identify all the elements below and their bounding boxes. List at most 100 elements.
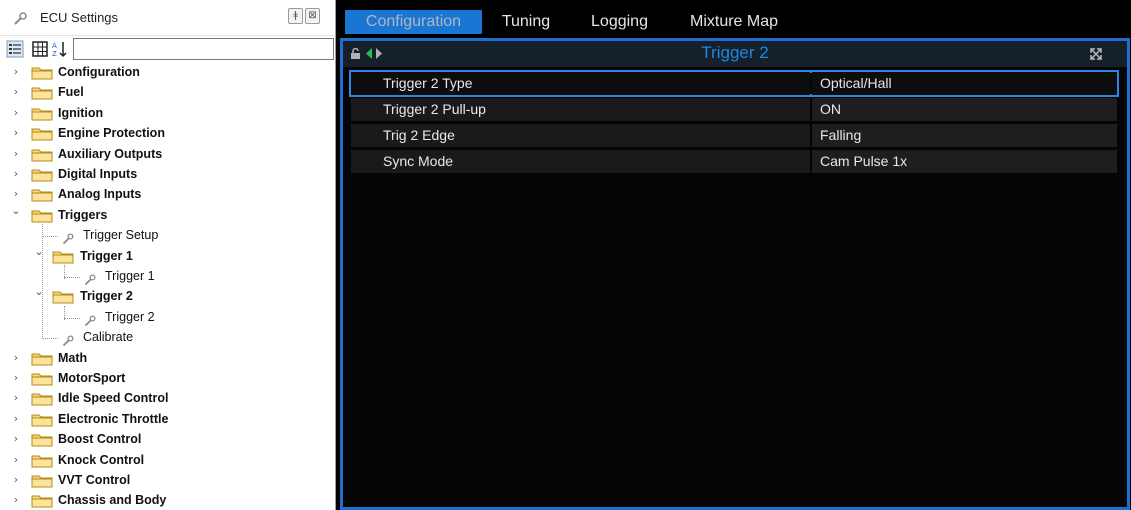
chevron-right-icon[interactable]: › <box>11 85 21 99</box>
tree-connector <box>64 305 65 320</box>
tree-item-label: Trigger 1 <box>105 269 155 283</box>
property-row[interactable]: Trigger 2 Type Optical/Hall <box>349 70 1119 97</box>
tree-item-label: Engine Protection <box>58 126 165 141</box>
tree-item-label: Analog Inputs <box>58 187 142 202</box>
chevron-right-icon[interactable]: › <box>11 147 21 161</box>
tree-item-trigger-2-folder[interactable]: ⌄ Trigger 2 <box>0 285 335 307</box>
wrench-icon <box>14 12 27 25</box>
tab-mixture-map[interactable]: Mixture Map <box>677 10 791 34</box>
tree-connector <box>64 317 80 319</box>
tree-item-label: Auxiliary Outputs <box>58 146 163 161</box>
tree-item-label: Digital Inputs <box>58 167 138 181</box>
svg-text:Z: Z <box>52 50 57 58</box>
tree-item-label: Boost Control <box>58 432 142 447</box>
chevron-right-icon[interactable]: › <box>11 493 21 507</box>
property-name: Trig 2 Edge <box>351 124 810 147</box>
tab-logging[interactable]: Logging <box>577 10 662 34</box>
chevron-right-icon[interactable]: › <box>11 187 21 201</box>
panel-heading: Trigger 2 <box>701 43 769 62</box>
chevron-right-icon[interactable]: › <box>11 453 21 467</box>
tree-item-label: Trigger 1 <box>80 248 133 263</box>
property-name: Trigger 2 Type <box>351 72 810 95</box>
folder-icon <box>31 127 53 141</box>
pin-button[interactable]: ǂ <box>288 8 303 24</box>
main-tabs: Configuration Tuning Logging Mixture Map <box>338 0 1131 38</box>
tab-tuning[interactable]: Tuning <box>491 10 561 34</box>
chevron-right-icon[interactable]: › <box>11 371 21 385</box>
tree-item-vvt-control[interactable]: › VVT Control <box>0 471 335 491</box>
ecu-settings-panel: ECU Settings ǂ ⊠ A Z › Configuration › Fuel… <box>0 0 336 510</box>
tree-item-label: Triggers <box>58 207 108 222</box>
chevron-right-icon[interactable]: › <box>11 126 21 140</box>
folder-icon <box>52 250 74 264</box>
chevron-right-icon[interactable]: › <box>11 432 21 446</box>
folder-icon <box>31 66 53 80</box>
tree-item-analog-inputs[interactable]: › Analog Inputs <box>0 185 335 205</box>
tree-item-engine-protection[interactable]: › Engine Protection <box>0 124 335 144</box>
folder-icon <box>31 474 53 488</box>
tree-item-label: Trigger 2 <box>105 309 155 324</box>
property-row[interactable]: Sync Mode Cam Pulse 1x <box>351 150 1117 173</box>
tree-item-label: MotorSport <box>58 371 126 385</box>
property-value[interactable]: Optical/Hall <box>812 72 1117 95</box>
tree-item-idle-speed-control[interactable]: › Idle Speed Control <box>0 389 335 409</box>
folder-icon <box>31 168 53 182</box>
property-name: Sync Mode <box>351 150 810 173</box>
folder-icon <box>31 454 53 468</box>
property-value[interactable]: Cam Pulse 1x <box>812 150 1117 173</box>
tree-connector <box>64 277 80 278</box>
tree-item-chassis-and-body[interactable]: › Chassis and Body <box>0 491 335 510</box>
tree-item-ignition[interactable]: › Ignition <box>0 104 335 124</box>
tree-item-triggers[interactable]: ⌄ Triggers <box>0 204 335 226</box>
tree-item-math[interactable]: › Math <box>0 349 335 369</box>
chevron-right-icon[interactable]: › <box>11 412 21 426</box>
wrench-icon <box>62 332 74 347</box>
chevron-right-icon[interactable]: › <box>11 167 21 181</box>
tree-item-trigger-1[interactable]: Trigger 1 <box>0 267 335 287</box>
close-button[interactable]: ⊠ <box>305 8 320 24</box>
chevron-right-icon[interactable]: › <box>11 351 21 365</box>
wrench-icon <box>84 312 96 326</box>
tree-connector <box>42 338 58 340</box>
tree-item-auxiliary-outputs[interactable]: › Auxiliary Outputs <box>0 145 335 165</box>
tree-item-fuel[interactable]: › Fuel <box>0 83 335 103</box>
sort-alphabetical-icon[interactable]: A Z <box>51 40 69 58</box>
tab-configuration[interactable]: Configuration <box>345 10 482 34</box>
tree-item-trigger-1-folder[interactable]: ⌄ Trigger 1 <box>0 245 335 267</box>
expand-icon[interactable] <box>1089 47 1103 61</box>
tree-item-boost-control[interactable]: › Boost Control <box>0 430 335 450</box>
property-value[interactable]: ON <box>812 98 1117 121</box>
property-row[interactable]: Trigger 2 Pull-up ON <box>351 98 1117 121</box>
tree-item-digital-inputs[interactable]: › Digital Inputs <box>0 165 335 185</box>
property-row[interactable]: Trig 2 Edge Falling <box>351 124 1117 147</box>
folder-icon <box>31 107 53 121</box>
tree-item-label: VVT Control <box>58 473 131 487</box>
property-value[interactable]: Falling <box>812 124 1117 147</box>
tree-item-configuration[interactable]: › Configuration <box>0 63 335 83</box>
tree-connector <box>64 265 65 279</box>
chevron-right-icon[interactable]: › <box>11 106 21 120</box>
tree-item-electronic-throttle[interactable]: › Electronic Throttle <box>0 410 335 430</box>
tree-item-trigger-2[interactable]: Trigger 2 <box>0 308 335 328</box>
tree-item-trigger-setup[interactable]: Trigger Setup <box>0 226 335 246</box>
folder-icon <box>31 392 53 406</box>
categorized-view-icon[interactable] <box>6 40 24 58</box>
tree-item-knock-control[interactable]: › Knock Control <box>0 451 335 471</box>
tree-item-label: Knock Control <box>58 452 145 467</box>
chevron-right-icon[interactable]: › <box>11 391 21 405</box>
chevron-right-icon[interactable]: › <box>11 65 21 79</box>
tree-item-calibrate[interactable]: Calibrate <box>0 328 335 348</box>
grid-view-icon[interactable] <box>31 40 49 58</box>
tree-item-label: Idle Speed Control <box>58 391 169 406</box>
folder-icon <box>31 433 53 447</box>
chevron-right-icon[interactable]: › <box>11 473 21 487</box>
tree-item-motorsport[interactable]: › MotorSport <box>0 369 335 389</box>
wrench-icon <box>62 230 74 245</box>
tree-item-label: Configuration <box>58 65 140 79</box>
panel-titlebar: ECU Settings ǂ ⊠ <box>0 0 335 36</box>
folder-icon <box>31 413 53 427</box>
folder-icon <box>31 352 53 366</box>
chevron-down-icon[interactable]: ⌄ <box>11 204 21 218</box>
search-input[interactable] <box>73 38 334 60</box>
panel-header: Trigger 2 <box>343 41 1127 67</box>
